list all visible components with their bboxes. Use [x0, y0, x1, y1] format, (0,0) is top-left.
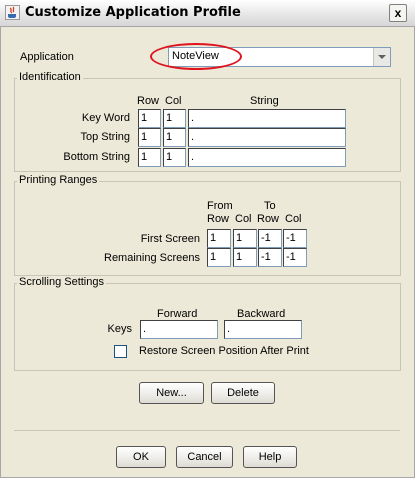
ok-button[interactable]: OK — [116, 446, 166, 468]
bottom-string-label: Bottom String — [63, 151, 130, 163]
java-app-icon — [5, 5, 20, 20]
separator — [14, 430, 400, 431]
chevron-down-icon — [378, 55, 386, 59]
scrolling-settings-title: Scrolling Settings — [17, 276, 106, 288]
remaining-screens-from-col-input[interactable]: 1 — [233, 248, 257, 267]
cancel-button[interactable]: Cancel — [176, 446, 233, 468]
identification-row-header: Row — [137, 95, 160, 107]
from-col-header: Col — [235, 213, 252, 225]
highlight-ellipse — [150, 43, 242, 70]
forward-label: Forward — [157, 308, 198, 320]
top-string-row-input[interactable]: 1 — [138, 128, 161, 147]
title-bar: Customize Application Profile x — [0, 0, 415, 27]
application-label: Application — [20, 51, 74, 63]
identification-string-header: String — [250, 95, 279, 107]
restore-screen-checkbox[interactable] — [114, 345, 127, 358]
window-title: Customize Application Profile — [25, 5, 241, 20]
backward-key-input[interactable]: . — [224, 320, 302, 339]
application-dropdown-button[interactable] — [373, 48, 390, 66]
keyword-label: Key Word — [81, 112, 130, 124]
from-header: From — [207, 200, 233, 212]
remaining-screens-to-row-input[interactable]: -1 — [258, 248, 282, 267]
remaining-screens-from-row-input[interactable]: 1 — [207, 248, 231, 267]
top-string-string-input[interactable]: . — [188, 128, 346, 147]
to-row-header: Row — [257, 213, 280, 225]
top-string-col-input[interactable]: 1 — [163, 128, 186, 147]
keyword-string-input[interactable]: . — [188, 109, 346, 128]
new-button[interactable]: New... — [139, 382, 204, 404]
bottom-string-row-input[interactable]: 1 — [138, 148, 161, 167]
identification-col-header: Col — [165, 95, 182, 107]
keys-label: Keys — [107, 323, 132, 335]
first-screen-to-col-input[interactable]: -1 — [283, 229, 307, 248]
keyword-col-input[interactable]: 1 — [163, 109, 186, 128]
bottom-string-col-input[interactable]: 1 — [163, 148, 186, 167]
remaining-screens-label: Remaining Screens — [104, 252, 200, 264]
first-screen-label: First Screen — [140, 233, 200, 245]
first-screen-to-row-input[interactable]: -1 — [258, 229, 282, 248]
to-col-header: Col — [285, 213, 302, 225]
keyword-row-input[interactable]: 1 — [138, 109, 161, 128]
identification-title: Identification — [17, 71, 83, 83]
forward-key-input[interactable]: . — [140, 320, 218, 339]
help-button[interactable]: Help — [243, 446, 297, 468]
close-button[interactable]: x — [389, 4, 407, 22]
printing-ranges-title: Printing Ranges — [17, 174, 100, 186]
first-screen-from-col-input[interactable]: 1 — [233, 229, 257, 248]
bottom-string-string-input[interactable]: . — [188, 148, 346, 167]
delete-button[interactable]: Delete — [211, 382, 275, 404]
from-row-header: Row — [207, 213, 230, 225]
remaining-screens-to-col-input[interactable]: -1 — [283, 248, 307, 267]
restore-screen-label: Restore Screen Position After Print — [139, 345, 309, 357]
backward-label: Backward — [237, 308, 286, 320]
top-string-label: Top String — [80, 131, 130, 143]
first-screen-from-row-input[interactable]: 1 — [207, 229, 231, 248]
to-header: To — [264, 200, 276, 212]
